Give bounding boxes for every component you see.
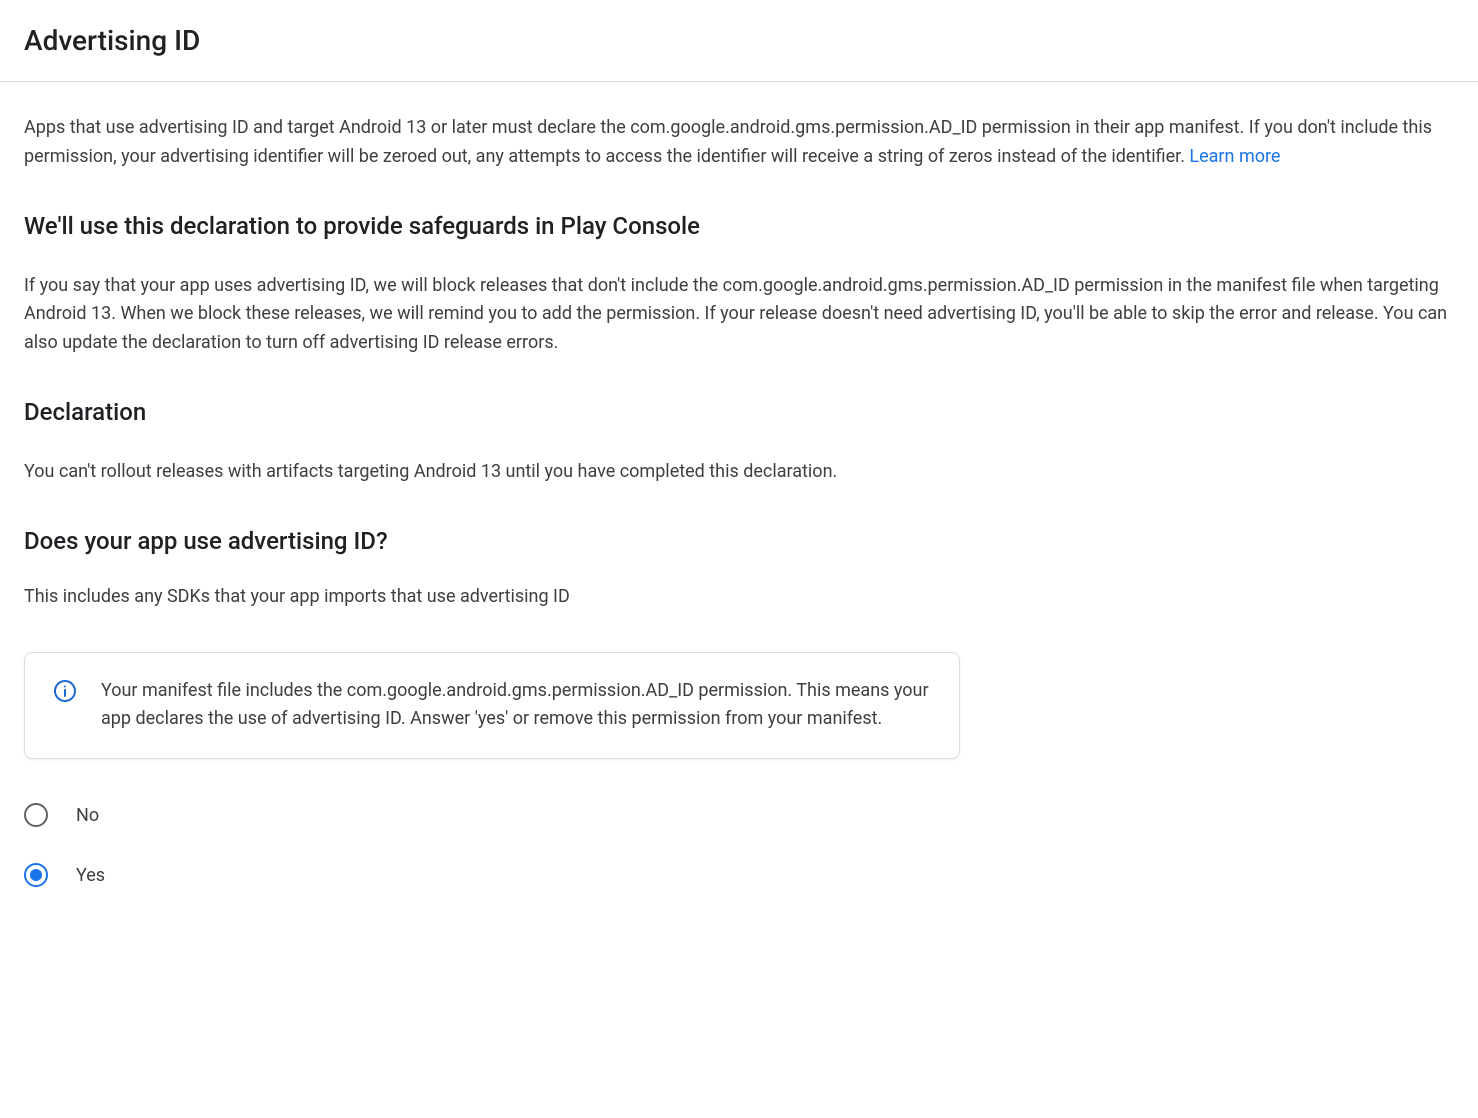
info-box-text: Your manifest file includes the com.goog… <box>101 677 931 735</box>
intro-text: Apps that use advertising ID and target … <box>24 114 1454 172</box>
declaration-body: You can't rollout releases with artifact… <box>24 458 1454 487</box>
question-subtext: This includes any SDKs that your app imp… <box>24 583 1454 612</box>
radio-circle-no <box>24 803 48 827</box>
page-title: Advertising ID <box>24 24 1454 57</box>
radio-label-no: No <box>76 805 99 826</box>
safeguards-body: If you say that your app uses advertisin… <box>24 272 1454 358</box>
radio-circle-yes <box>24 863 48 887</box>
divider <box>0 81 1478 82</box>
safeguards-heading: We'll use this declaration to provide sa… <box>24 212 1454 240</box>
question-heading: Does your app use advertising ID? <box>24 527 1454 555</box>
learn-more-link[interactable]: Learn more <box>1189 146 1280 167</box>
radio-label-yes: Yes <box>76 865 105 886</box>
radio-option-no[interactable]: No <box>24 803 1454 827</box>
radio-option-yes[interactable]: Yes <box>24 863 1454 887</box>
info-box: Your manifest file includes the com.goog… <box>24 652 960 760</box>
info-icon <box>53 679 77 703</box>
declaration-heading: Declaration <box>24 398 1454 426</box>
radio-group: No Yes <box>24 803 1454 887</box>
